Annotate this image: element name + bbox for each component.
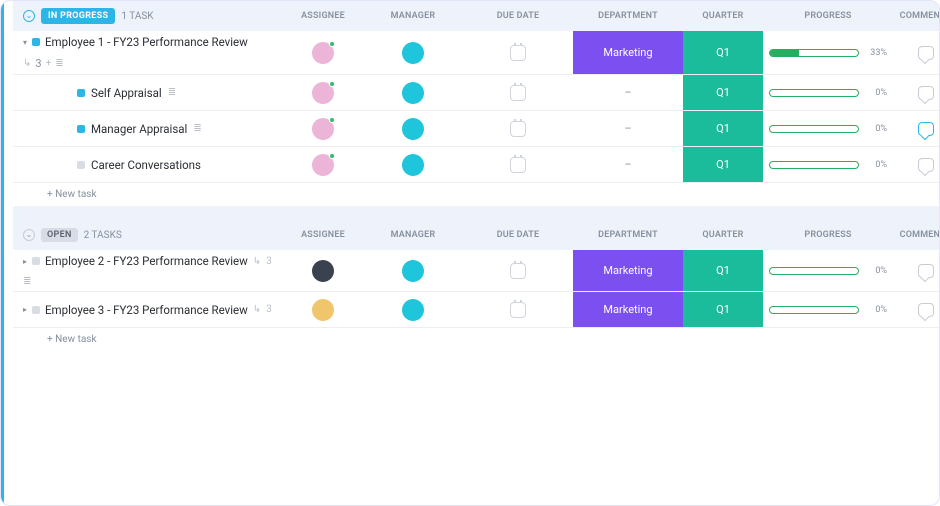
status-pill[interactable]: IN PROGRESS bbox=[41, 8, 115, 24]
quarter-cell[interactable]: Q1 bbox=[683, 147, 763, 182]
quarter-cell[interactable]: Q1 bbox=[683, 75, 763, 110]
assignee-avatar[interactable] bbox=[312, 118, 334, 140]
task-title[interactable]: Employee 3 - FY23 Performance Review bbox=[45, 303, 248, 317]
left-accent-bar bbox=[1, 1, 4, 505]
comments-icon[interactable] bbox=[918, 264, 934, 278]
subtask-icon: ↳ bbox=[253, 304, 261, 315]
department-cell[interactable]: – bbox=[573, 122, 683, 135]
progress-cell[interactable]: 0% bbox=[763, 305, 893, 315]
progress-cell[interactable]: 0% bbox=[763, 88, 893, 98]
progress-cell[interactable]: 0% bbox=[763, 266, 893, 276]
subtask-count: 3 bbox=[35, 57, 41, 70]
manager-avatar[interactable] bbox=[402, 42, 424, 64]
task-title[interactable]: Self Appraisal bbox=[91, 86, 162, 100]
subtask-row[interactable]: Self Appraisal ≣ – Q1 0% bbox=[13, 75, 939, 111]
subtask-icon: ↳ bbox=[23, 58, 31, 69]
task-count: 1 TASK bbox=[121, 11, 153, 22]
task-title[interactable]: Employee 2 - FY23 Performance Review bbox=[45, 254, 248, 268]
description-icon: ≣ bbox=[23, 276, 31, 287]
department-cell[interactable]: Marketing bbox=[573, 292, 683, 327]
col-quarter[interactable]: QUARTER bbox=[683, 11, 763, 21]
expand-caret[interactable]: ▾ bbox=[23, 38, 27, 47]
add-subtask[interactable]: + bbox=[46, 58, 52, 69]
status-square[interactable] bbox=[77, 89, 85, 97]
new-task-button[interactable]: + New task bbox=[13, 183, 939, 206]
col-progress[interactable]: PROGRESS bbox=[763, 11, 893, 21]
collapse-toggle[interactable]: ⌄ bbox=[23, 229, 35, 241]
task-title[interactable]: Manager Appraisal bbox=[91, 122, 187, 136]
task-title[interactable]: Career Conversations bbox=[91, 158, 201, 172]
due-date-icon[interactable] bbox=[510, 45, 526, 61]
subtask-count: 3 bbox=[266, 304, 272, 315]
col-progress[interactable]: PROGRESS bbox=[763, 230, 893, 240]
subtask-row[interactable]: Manager Appraisal ≣ – Q1 0% bbox=[13, 111, 939, 147]
status-square[interactable] bbox=[32, 38, 40, 46]
comments-icon[interactable] bbox=[918, 122, 934, 136]
description-icon: ≣ bbox=[168, 87, 176, 98]
col-comments[interactable]: COMMENTS bbox=[893, 11, 940, 21]
due-date-icon[interactable] bbox=[510, 263, 526, 279]
subtask-count: 3 bbox=[266, 256, 272, 267]
comments-icon[interactable] bbox=[918, 86, 934, 100]
department-cell[interactable]: – bbox=[573, 158, 683, 171]
comments-icon[interactable] bbox=[918, 158, 934, 172]
assignee-avatar[interactable] bbox=[312, 260, 334, 282]
due-date-icon[interactable] bbox=[510, 121, 526, 137]
manager-avatar[interactable] bbox=[402, 82, 424, 104]
task-row[interactable]: ▸ Employee 3 - FY23 Performance Review ↳… bbox=[13, 292, 939, 328]
status-square[interactable] bbox=[32, 257, 40, 265]
col-due[interactable]: DUE DATE bbox=[463, 11, 573, 21]
col-manager[interactable]: MANAGER bbox=[363, 11, 463, 21]
description-icon: ≣ bbox=[193, 123, 201, 134]
col-manager[interactable]: MANAGER bbox=[363, 230, 463, 240]
col-comments[interactable]: COMMENTS bbox=[893, 230, 940, 240]
quarter-cell[interactable]: Q1 bbox=[683, 292, 763, 327]
department-cell[interactable]: Marketing bbox=[573, 250, 683, 291]
status-square[interactable] bbox=[77, 161, 85, 169]
task-row[interactable]: ▾ Employee 1 - FY23 Performance Review ↳… bbox=[13, 31, 939, 75]
assignee-avatar[interactable] bbox=[312, 82, 334, 104]
assignee-avatar[interactable] bbox=[312, 154, 334, 176]
manager-avatar[interactable] bbox=[402, 260, 424, 282]
task-row[interactable]: ▸ Employee 2 - FY23 Performance Review ↳… bbox=[13, 250, 939, 292]
subtask-icon: ↳ bbox=[253, 256, 261, 267]
collapse-toggle[interactable]: ⌄ bbox=[23, 10, 35, 22]
due-date-icon[interactable] bbox=[510, 85, 526, 101]
quarter-cell[interactable]: Q1 bbox=[683, 111, 763, 146]
col-dept[interactable]: DEPARTMENT bbox=[573, 11, 683, 21]
department-cell[interactable]: Marketing bbox=[573, 31, 683, 74]
expand-caret[interactable]: ▸ bbox=[23, 257, 27, 266]
due-date-icon[interactable] bbox=[510, 157, 526, 173]
new-task-button[interactable]: + New task bbox=[13, 328, 939, 351]
col-due[interactable]: DUE DATE bbox=[463, 230, 573, 240]
col-dept[interactable]: DEPARTMENT bbox=[573, 230, 683, 240]
assignee-avatar[interactable] bbox=[312, 42, 334, 64]
progress-cell[interactable]: 33% bbox=[763, 48, 893, 58]
status-pill[interactable]: OPEN bbox=[41, 228, 78, 242]
status-square[interactable] bbox=[32, 306, 40, 314]
department-cell[interactable]: – bbox=[573, 86, 683, 99]
progress-cell[interactable]: 0% bbox=[763, 160, 893, 170]
col-assignee[interactable]: ASSIGNEE bbox=[283, 11, 363, 21]
quarter-cell[interactable]: Q1 bbox=[683, 31, 763, 74]
col-assignee[interactable]: ASSIGNEE bbox=[283, 230, 363, 240]
assignee-avatar[interactable] bbox=[312, 299, 334, 321]
group-header-open: ⌄ OPEN 2 TASKS ASSIGNEE MANAGER DUE DATE… bbox=[13, 220, 939, 250]
expand-caret[interactable]: ▸ bbox=[23, 305, 27, 314]
group-header-inprogress: ⌄ IN PROGRESS 1 TASK ASSIGNEE MANAGER DU… bbox=[13, 1, 939, 31]
progress-cell[interactable]: 0% bbox=[763, 124, 893, 134]
task-count: 2 TASKS bbox=[84, 230, 122, 241]
task-title[interactable]: Employee 1 - FY23 Performance Review bbox=[45, 35, 248, 49]
quarter-cell[interactable]: Q1 bbox=[683, 250, 763, 291]
due-date-icon[interactable] bbox=[510, 302, 526, 318]
manager-avatar[interactable] bbox=[402, 118, 424, 140]
status-square[interactable] bbox=[77, 125, 85, 133]
manager-avatar[interactable] bbox=[402, 299, 424, 321]
comments-icon[interactable] bbox=[918, 303, 934, 317]
description-icon: ≣ bbox=[55, 58, 63, 69]
comments-icon[interactable] bbox=[918, 46, 934, 60]
manager-avatar[interactable] bbox=[402, 154, 424, 176]
col-quarter[interactable]: QUARTER bbox=[683, 230, 763, 240]
subtask-row[interactable]: Career Conversations – Q1 0% bbox=[13, 147, 939, 183]
